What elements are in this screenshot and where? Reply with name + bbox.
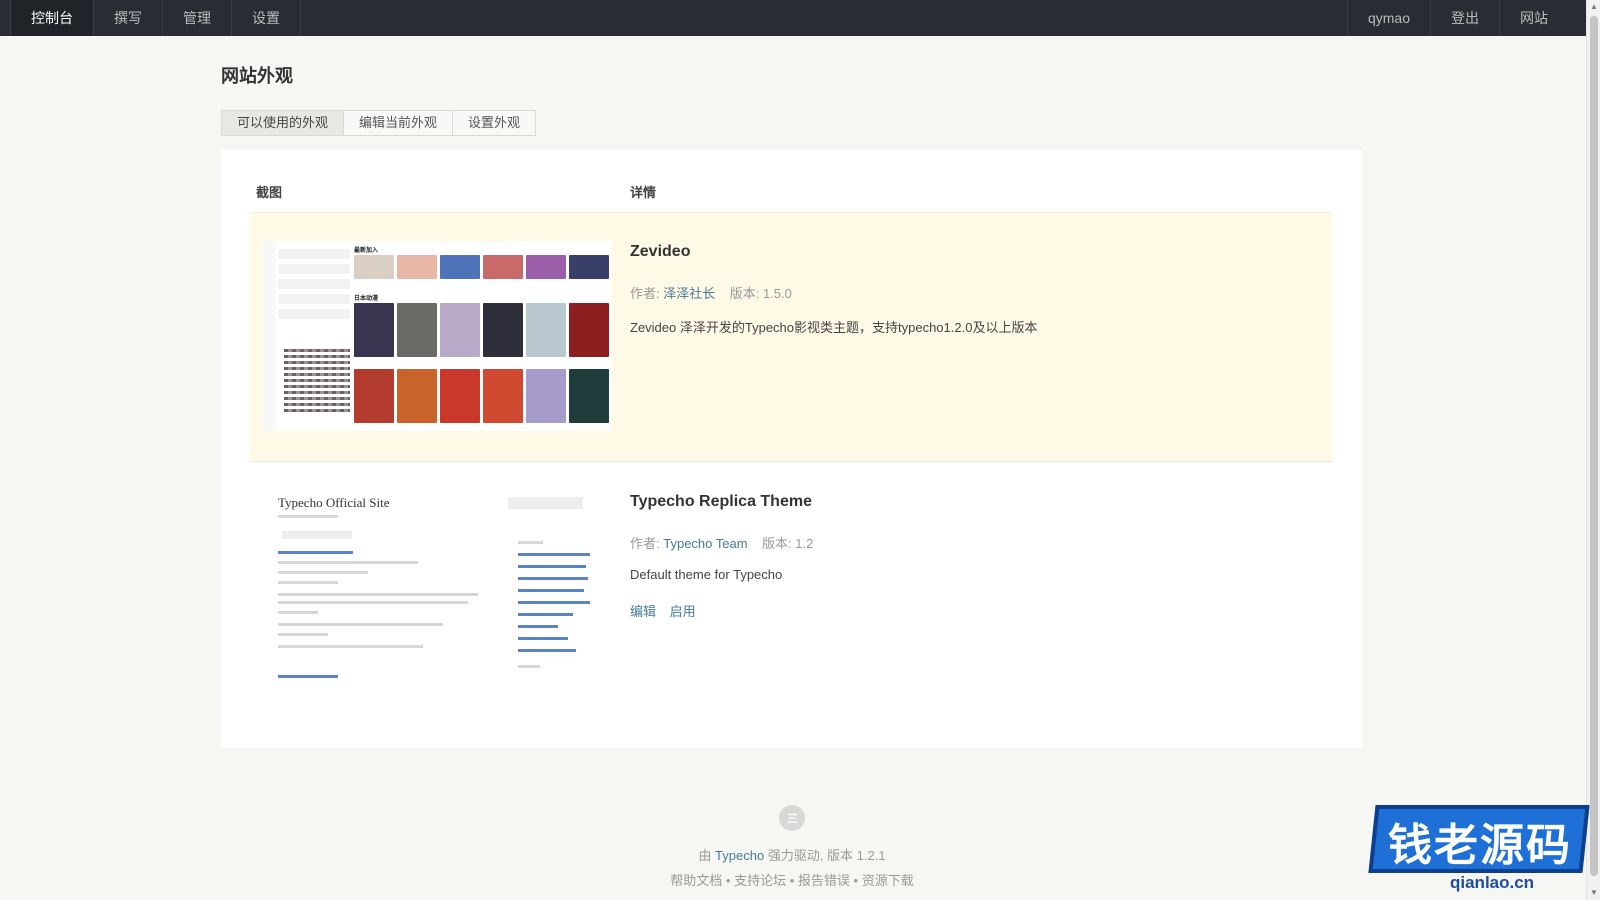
screenshot-post-title (278, 551, 353, 554)
screenshot-sidebar-link (518, 637, 568, 640)
nav-logout[interactable]: 登出 (1430, 0, 1499, 36)
screenshot-text-line (278, 561, 418, 564)
typecho-link[interactable]: Typecho (715, 848, 764, 863)
screenshot-text-line (278, 611, 318, 614)
page-title: 网站外观 (221, 66, 293, 86)
theme-meta: 作者: 泽泽社长 版本: 1.5.0 (630, 283, 792, 302)
screenshot-section-anime: 日本动漫 (354, 296, 379, 302)
page-scrollbar[interactable]: ▲ ▼ (1586, 0, 1600, 900)
theme-actions: 编辑 启用 (630, 601, 706, 620)
footer-separator: • (725, 873, 731, 888)
screenshot-sidebar-link (518, 589, 584, 592)
screenshot-sidebar-link (518, 649, 576, 652)
powered-prefix: 由 (698, 848, 712, 863)
column-header-details: 详情 (630, 185, 657, 200)
footer-separator: • (853, 873, 859, 888)
screenshot-sidebar-link (518, 601, 590, 604)
screenshot-search-box (508, 497, 583, 509)
footer-link-help[interactable]: 帮助文档 (670, 873, 722, 888)
watermark-text: 钱老源码 (1388, 820, 1572, 871)
typecho-logo-icon[interactable]: 三 (779, 805, 805, 831)
author-link[interactable]: Typecho Team (663, 536, 747, 551)
version-label: 版本: (762, 536, 792, 551)
author-link[interactable]: 泽泽社长 (663, 286, 715, 301)
screenshot-text-line (278, 645, 423, 648)
appearance-tabs: 可以使用的外观 编辑当前外观 设置外观 (221, 110, 537, 136)
nav-write[interactable]: 撰写 (94, 0, 163, 36)
activate-theme-link[interactable]: 启用 (670, 604, 696, 619)
theme-row-zevideo: 最新加入 日本动漫 Zevideo 作者: 泽泽社长 版本: 1.5.0 Zev… (250, 213, 1332, 462)
nav-manage[interactable]: 管理 (163, 0, 232, 36)
screenshot-text-line (278, 593, 478, 596)
screenshot-sidebar-link (518, 625, 558, 628)
footer-powered-by: 由 Typecho 强力驱动, 版本 1.2.1 (560, 845, 1024, 864)
watermark-url: qianlao.cn (1450, 873, 1535, 892)
screenshot-sidebar (262, 241, 276, 431)
column-header-screenshot: 截图 (256, 185, 283, 200)
edit-theme-link[interactable]: 编辑 (630, 604, 656, 619)
screenshot-text-line (278, 623, 443, 626)
screenshot-section-latest: 最新加入 (354, 248, 379, 254)
screenshot-nav (282, 531, 352, 539)
author-label: 作者: (630, 286, 660, 301)
top-navbar: 控制台 撰写 管理 设置 qymao 登出 网站 (0, 0, 1586, 36)
screenshot-post-title (278, 675, 338, 678)
version-label: 版本: (729, 286, 760, 301)
theme-meta: 作者: Typecho Team 版本: 1.2 (630, 533, 813, 552)
screenshot-poster-row-2 (354, 303, 612, 357)
screenshot-text-line (278, 633, 328, 636)
typecho-logo-glyph: 三 (787, 813, 798, 825)
themes-table: 截图 详情 最新加入 日本动漫 Zevideo 作者: 泽泽社长 版本: 1.5… (221, 150, 1362, 748)
nav-right: qymao 登出 网站 (1346, 0, 1586, 36)
author-label: 作者: (630, 536, 660, 551)
theme-description: Default theme for Typecho (630, 567, 783, 582)
nav-settings[interactable]: 设置 (232, 0, 301, 36)
screenshot-sidebar-heading (518, 541, 543, 544)
screenshot-sidebar-link (518, 553, 590, 556)
theme-name: Zevideo (630, 243, 691, 260)
scroll-up-icon[interactable]: ▲ (1587, 0, 1600, 14)
screenshot-sidebar-heading (518, 665, 540, 668)
nav-website[interactable]: 网站 (1499, 0, 1568, 36)
powered-suffix: 强力驱动, 版本 1.2.1 (767, 848, 886, 863)
screenshot-text-line (278, 601, 468, 604)
tab-edit-current-theme[interactable]: 编辑当前外观 (343, 110, 454, 136)
screenshot-sidebar-link (518, 577, 588, 580)
theme-row-typecho-replica: Typecho Official Site Typecho Replica Th… (250, 463, 1332, 718)
screenshot-text-line (278, 581, 338, 584)
screenshot-menu (278, 249, 350, 333)
footer-link-download[interactable]: 资源下载 (862, 873, 914, 888)
theme-screenshot-typecho: Typecho Official Site (268, 485, 613, 695)
footer-separator: • (789, 873, 795, 888)
screenshot-qr-code (284, 349, 350, 415)
screenshot-site-title: Typecho Official Site (278, 495, 390, 510)
screenshot-poster-row-1 (354, 255, 612, 279)
screenshot-text-line (278, 515, 338, 518)
theme-description: Zevideo 泽泽开发的Typecho影视类主题，支持typecho1.2.0… (630, 320, 1038, 335)
theme-name: Typecho Replica Theme (630, 493, 812, 510)
nav-left: 控制台 撰写 管理 设置 (0, 0, 301, 36)
screenshot-sidebar-link (518, 565, 586, 568)
version-value: 1.2 (795, 536, 814, 551)
footer-links: 帮助文档 • 支持论坛 • 报告错误 • 资源下载 (560, 870, 1024, 889)
watermark-logo: 钱老源码 qianlao.cn (1368, 795, 1600, 900)
footer-link-report[interactable]: 报告错误 (798, 873, 850, 888)
nav-dashboard[interactable]: 控制台 (10, 0, 94, 36)
screenshot-text-line (278, 571, 368, 574)
version-value: 1.5.0 (762, 286, 792, 301)
theme-screenshot-zevideo: 最新加入 日本动漫 (262, 241, 612, 431)
tab-theme-settings[interactable]: 设置外观 (452, 110, 537, 136)
scroll-thumb[interactable] (1590, 16, 1598, 876)
screenshot-poster-row-3 (354, 369, 612, 423)
tab-available-themes[interactable]: 可以使用的外观 (221, 110, 345, 136)
footer-link-forum[interactable]: 支持论坛 (734, 873, 786, 888)
nav-user[interactable]: qymao (1346, 0, 1430, 36)
screenshot-sidebar-link (518, 613, 573, 616)
